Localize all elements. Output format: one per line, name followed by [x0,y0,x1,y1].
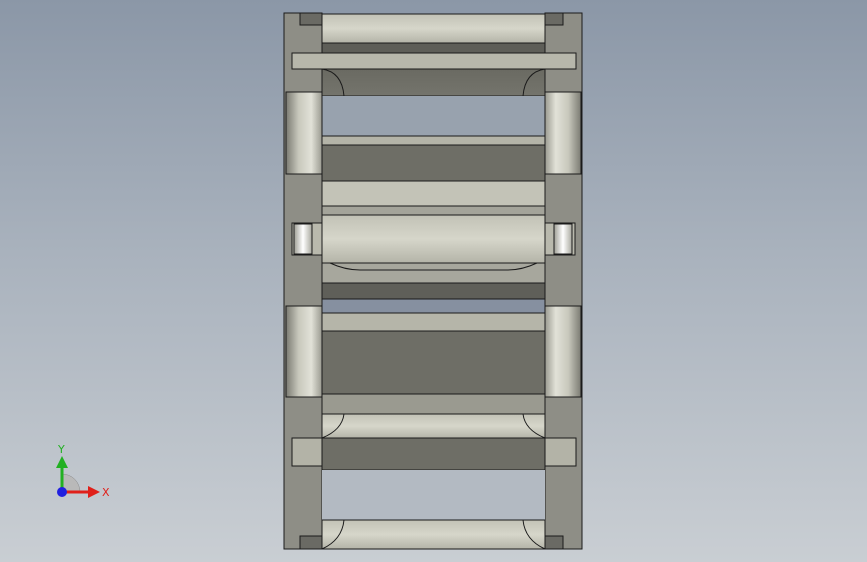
upper-seam [321,205,546,216]
lower-dark-bar [321,330,546,395]
lower-light-bar [321,312,546,332]
center-left-shine [293,223,313,255]
bottom-right-corner [544,535,564,550]
bottom-left-corner [299,535,323,550]
center-crossbar [321,214,546,264]
middle-dark-band [321,282,546,300]
x-axis-arrow [88,486,100,498]
z-axis-dot [57,487,67,497]
upper-thin-bar [321,135,546,146]
y-axis-label: Y [57,443,65,456]
graphics-viewport[interactable]: Y X [0,0,867,562]
upper-right-tab [544,91,582,175]
bottom-crossbar [321,519,546,550]
middle-blue-gap [321,298,546,314]
upper-dark-bar [321,144,546,182]
lower-crossbar [321,413,546,439]
upper-opening [322,96,545,136]
lower-right-tab [544,305,582,398]
y-axis-arrow [56,456,68,468]
lower-left-tab [285,305,323,398]
upper-light-bar [321,180,546,207]
top-left-corner [299,12,323,26]
chain-link-model[interactable] [0,0,867,562]
center-lower-band [321,262,546,284]
lower-crossbar-dark [321,437,546,471]
top-lip-band [291,52,577,70]
top-dark-bar [321,68,546,97]
x-axis-label: X [102,486,110,499]
top-crossbar [321,13,546,44]
axis-triad: Y X [56,443,110,499]
center-right-shine [553,223,573,255]
top-slot [321,42,546,54]
upper-left-tab [285,91,323,175]
top-right-corner [544,12,564,26]
lower-seam [321,393,546,415]
bottom-opening [322,470,545,520]
